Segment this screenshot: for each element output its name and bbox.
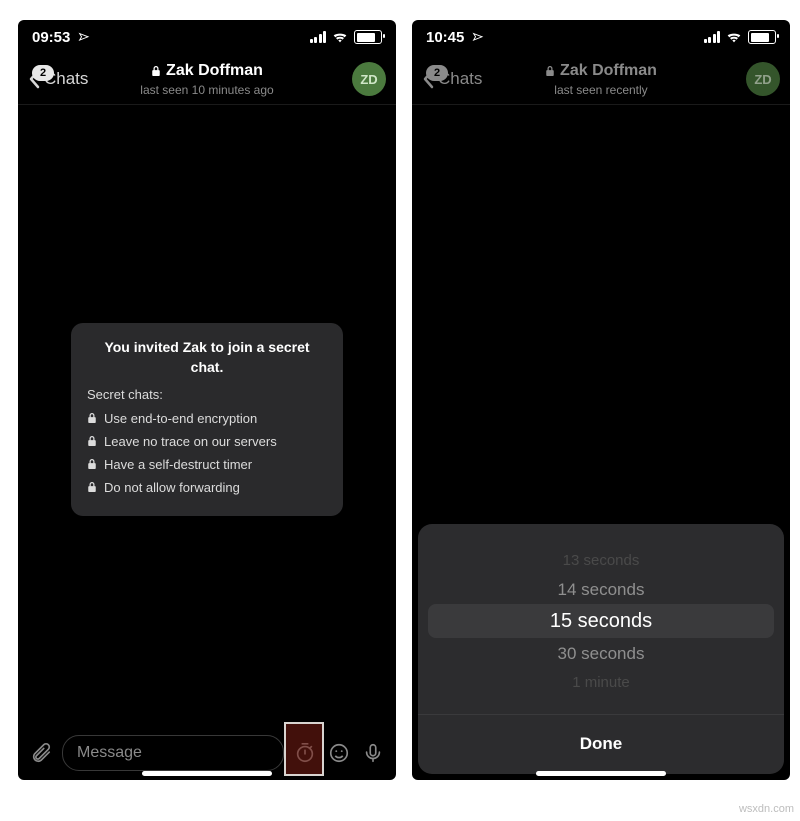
self-destruct-picker[interactable]: 13 seconds 14 seconds 15 seconds 30 seco…	[418, 524, 784, 774]
avatar[interactable]: ZD	[352, 62, 386, 96]
done-button[interactable]: Done	[418, 714, 784, 773]
lock-icon	[87, 412, 97, 424]
location-arrow-icon	[72, 27, 92, 47]
bubble-item: Do not allow forwarding	[87, 479, 327, 498]
timer-icon[interactable]	[292, 740, 318, 766]
bubble-item: Have a self-destruct timer	[87, 456, 327, 475]
battery-icon	[354, 30, 382, 44]
status-bar: 09:53	[18, 20, 396, 54]
chat-title: Zak Doffman	[560, 62, 657, 80]
picker-option-selected[interactable]: 15 seconds	[418, 610, 784, 633]
home-indicator	[536, 771, 666, 776]
lock-icon	[151, 65, 161, 77]
battery-icon	[748, 30, 776, 44]
bubble-item: Use end-to-end encryption	[87, 410, 327, 429]
avatar[interactable]: ZD	[746, 62, 780, 96]
home-indicator	[142, 771, 272, 776]
wifi-icon	[332, 31, 348, 43]
status-bar: 10:45	[412, 20, 790, 54]
back-button[interactable]: 2 Chats	[422, 69, 482, 89]
lock-icon	[87, 481, 97, 493]
location-arrow-icon	[466, 27, 486, 47]
nav-bar: 2 Chats Zak Doffman last seen recently Z…	[412, 54, 790, 105]
picker-wheel[interactable]: 13 seconds 14 seconds 15 seconds 30 seco…	[418, 524, 784, 714]
unread-badge: 2	[426, 65, 448, 81]
phone-right: 10:45 2 Chats Zak Doffman last seen rece…	[412, 20, 790, 780]
secret-chat-info-bubble: You invited Zak to join a secret chat. S…	[71, 323, 343, 516]
phone-left: 09:53 2 Chats Zak Doffman last seen 10 m…	[18, 20, 396, 780]
bubble-headline: You invited Zak to join a secret chat.	[87, 337, 327, 378]
message-input[interactable]: Message	[62, 735, 284, 771]
lock-icon	[87, 458, 97, 470]
bubble-item: Leave no trace on our servers	[87, 433, 327, 452]
unread-badge: 2	[32, 65, 54, 81]
status-time: 10:45	[426, 29, 464, 46]
watermark: wsxdn.com	[739, 803, 794, 815]
chat-title: Zak Doffman	[166, 62, 263, 80]
cellular-icon	[310, 31, 327, 43]
status-time: 09:53	[32, 29, 70, 46]
wifi-icon	[726, 31, 742, 43]
picker-option[interactable]: 14 seconds	[418, 580, 784, 600]
mic-icon[interactable]	[360, 740, 386, 766]
sticker-icon[interactable]	[326, 740, 352, 766]
back-button[interactable]: 2 Chats	[28, 69, 88, 89]
picker-option[interactable]: 1 minute	[418, 674, 784, 691]
chat-body: You invited Zak to join a secret chat. S…	[18, 105, 396, 726]
lock-icon	[545, 65, 555, 77]
picker-option[interactable]: 30 seconds	[418, 644, 784, 664]
chat-body: 13 seconds 14 seconds 15 seconds 30 seco…	[412, 105, 790, 780]
lock-icon	[87, 435, 97, 447]
bubble-subtitle: Secret chats:	[87, 386, 327, 405]
picker-option[interactable]: 13 seconds	[418, 552, 784, 569]
cellular-icon	[704, 31, 721, 43]
attach-icon[interactable]	[28, 740, 54, 766]
nav-bar: 2 Chats Zak Doffman last seen 10 minutes…	[18, 54, 396, 105]
